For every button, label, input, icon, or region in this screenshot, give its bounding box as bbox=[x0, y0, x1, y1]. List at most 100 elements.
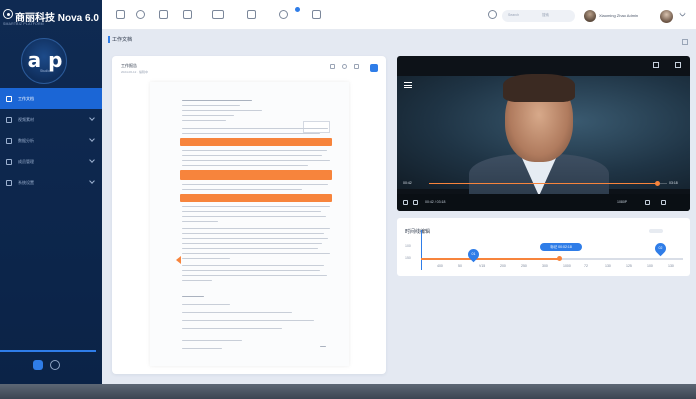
sidebar-item-video[interactable]: 视频素材 bbox=[0, 109, 102, 130]
fullscreen-icon[interactable] bbox=[675, 62, 681, 68]
video-player[interactable]: 00:42 03:18 00:42 / 03:18 1080P bbox=[397, 56, 690, 211]
chevron-down-icon bbox=[89, 136, 95, 142]
more-icon[interactable] bbox=[330, 64, 335, 69]
settings-icon[interactable] bbox=[645, 200, 650, 205]
sidebar-nav: 工作文档 视频素材 数据分析 成员管理 系统设置 bbox=[0, 88, 102, 193]
speaker-hair bbox=[503, 74, 575, 102]
taskbar bbox=[0, 384, 696, 399]
video-progress-fill bbox=[429, 183, 658, 185]
chevron-down-icon bbox=[89, 157, 95, 163]
sidebar-item-members[interactable]: 成员管理 bbox=[0, 151, 102, 172]
document-title: 工作报告 bbox=[121, 63, 137, 68]
refresh-icon[interactable] bbox=[342, 64, 347, 69]
video-time-display: 00:42 / 03:18 bbox=[425, 200, 446, 204]
caret-left-icon bbox=[176, 256, 181, 264]
sidebar-item-label: 工作文档 bbox=[18, 95, 34, 101]
search-hint: 搜索 bbox=[542, 13, 549, 17]
timeline-marker-label: 01 bbox=[471, 252, 476, 256]
timeline-playhead[interactable] bbox=[557, 256, 563, 261]
highlight-block[interactable] bbox=[180, 194, 332, 202]
document-page[interactable] bbox=[150, 82, 349, 366]
video-progress[interactable] bbox=[429, 181, 667, 186]
avatar[interactable] bbox=[584, 10, 596, 22]
record-icon[interactable] bbox=[312, 10, 321, 19]
account-avatar[interactable] bbox=[660, 10, 673, 23]
search-placeholder: Search bbox=[508, 13, 520, 17]
brand-logo-icon bbox=[3, 9, 13, 19]
brand-subtitle: SMARTBIZ PLATFORM bbox=[3, 22, 44, 26]
undo-icon[interactable] bbox=[159, 10, 168, 19]
next-icon[interactable] bbox=[413, 200, 418, 205]
menu-icon[interactable] bbox=[404, 82, 412, 88]
expand-icon[interactable] bbox=[682, 39, 688, 45]
grid-icon[interactable] bbox=[212, 10, 224, 19]
highlight-block[interactable] bbox=[180, 138, 332, 146]
timeline-cursor[interactable] bbox=[421, 230, 423, 270]
lightbulb-icon[interactable] bbox=[136, 10, 145, 19]
video-time-total: 03:18 bbox=[669, 181, 678, 185]
fullscreen-icon[interactable] bbox=[661, 200, 666, 205]
users-icon bbox=[6, 158, 12, 165]
briefcase-icon[interactable] bbox=[183, 10, 192, 19]
avatar-caption: Studio bbox=[40, 69, 50, 73]
timeline-tick-label: 1000 bbox=[563, 264, 571, 268]
sidebar-item-label: 系统设置 bbox=[18, 179, 34, 185]
video-progress-knob[interactable] bbox=[654, 181, 660, 186]
timeline-track[interactable] bbox=[421, 256, 683, 261]
highlight-block[interactable] bbox=[180, 170, 332, 180]
menu-icon[interactable] bbox=[116, 10, 125, 19]
document-subtitle: 2024-06-12 · 编辑中 bbox=[121, 70, 149, 74]
video-quality[interactable]: 1080P bbox=[617, 200, 627, 204]
timeline-tag[interactable]: 标记 00:02:18 bbox=[540, 243, 582, 251]
timeline-tick-label: 400 bbox=[437, 264, 443, 268]
share-button[interactable] bbox=[370, 64, 378, 72]
timeline-tick-label: 130 bbox=[668, 264, 674, 268]
timeline-title: 时间线编辑 bbox=[405, 229, 431, 235]
play-icon[interactable] bbox=[403, 200, 408, 205]
timeline-tick-label: 50 bbox=[458, 264, 462, 268]
play-icon[interactable] bbox=[279, 10, 288, 19]
video-controls: 00:42 / 03:18 1080P bbox=[397, 194, 690, 211]
document-panel: 工作报告 2024-06-12 · 编辑中 bbox=[112, 56, 386, 374]
timeline-tick-label: 200 bbox=[500, 264, 506, 268]
sidebar-item-analytics[interactable]: 数据分析 bbox=[0, 130, 102, 151]
brand: 商丽科技 Nova 6.0 SMARTBIZ PLATFORM bbox=[3, 8, 99, 28]
chart-icon bbox=[6, 137, 12, 144]
timeline-toggle[interactable] bbox=[649, 229, 663, 233]
video-time-current: 00:42 bbox=[403, 181, 412, 185]
timeline-tick-label: 250 bbox=[521, 264, 527, 268]
video-frame bbox=[397, 74, 690, 204]
search-input[interactable]: Search 搜索 bbox=[502, 10, 575, 22]
timeline-y-top: 100 bbox=[405, 244, 411, 248]
timeline-tick-label: 100 bbox=[647, 264, 653, 268]
chat-button[interactable] bbox=[33, 360, 43, 370]
sidebar-item-documents[interactable]: 工作文档 bbox=[0, 88, 102, 109]
chevron-down-icon bbox=[89, 178, 95, 184]
chevron-down-icon[interactable] bbox=[678, 9, 687, 18]
topbar: Search 搜索 Xiaoming Zhao Admin bbox=[102, 0, 696, 30]
sidebar-item-settings[interactable]: 系统设置 bbox=[0, 172, 102, 193]
timeline-tick-label: 72 bbox=[584, 264, 588, 268]
sidebar-divider bbox=[0, 350, 96, 352]
document-icon bbox=[6, 95, 12, 102]
copy-icon[interactable] bbox=[247, 10, 256, 19]
sidebar-item-label: 视频素材 bbox=[18, 116, 34, 122]
crop-icon[interactable] bbox=[354, 64, 359, 69]
annotation-note[interactable] bbox=[303, 121, 330, 133]
sidebar-item-label: 成员管理 bbox=[18, 158, 34, 164]
gear-icon bbox=[6, 179, 12, 186]
collapse-button[interactable] bbox=[50, 360, 60, 370]
timeline-tick-label: V15 bbox=[479, 264, 486, 268]
sidebar: 商丽科技 Nova 6.0 SMARTBIZ PLATFORM a p Stud… bbox=[0, 0, 102, 384]
bell-icon[interactable] bbox=[488, 10, 497, 19]
user-name[interactable]: Xiaoming Zhao Admin bbox=[599, 13, 638, 18]
sidebar-item-label: 数据分析 bbox=[18, 137, 34, 143]
profile-avatar[interactable]: a p Studio bbox=[21, 38, 67, 84]
timeline-panel: 时间线编辑 100 150 01 标记 00:02:18 02 400 50 V15… bbox=[397, 218, 690, 276]
page-title: 工作文档 bbox=[107, 36, 133, 43]
timeline-tick-label: 125 bbox=[626, 264, 632, 268]
notification-badge bbox=[295, 7, 300, 12]
chevron-down-icon bbox=[89, 115, 95, 121]
timeline-tick-label: 130 bbox=[605, 264, 611, 268]
volume-icon[interactable] bbox=[653, 62, 659, 68]
